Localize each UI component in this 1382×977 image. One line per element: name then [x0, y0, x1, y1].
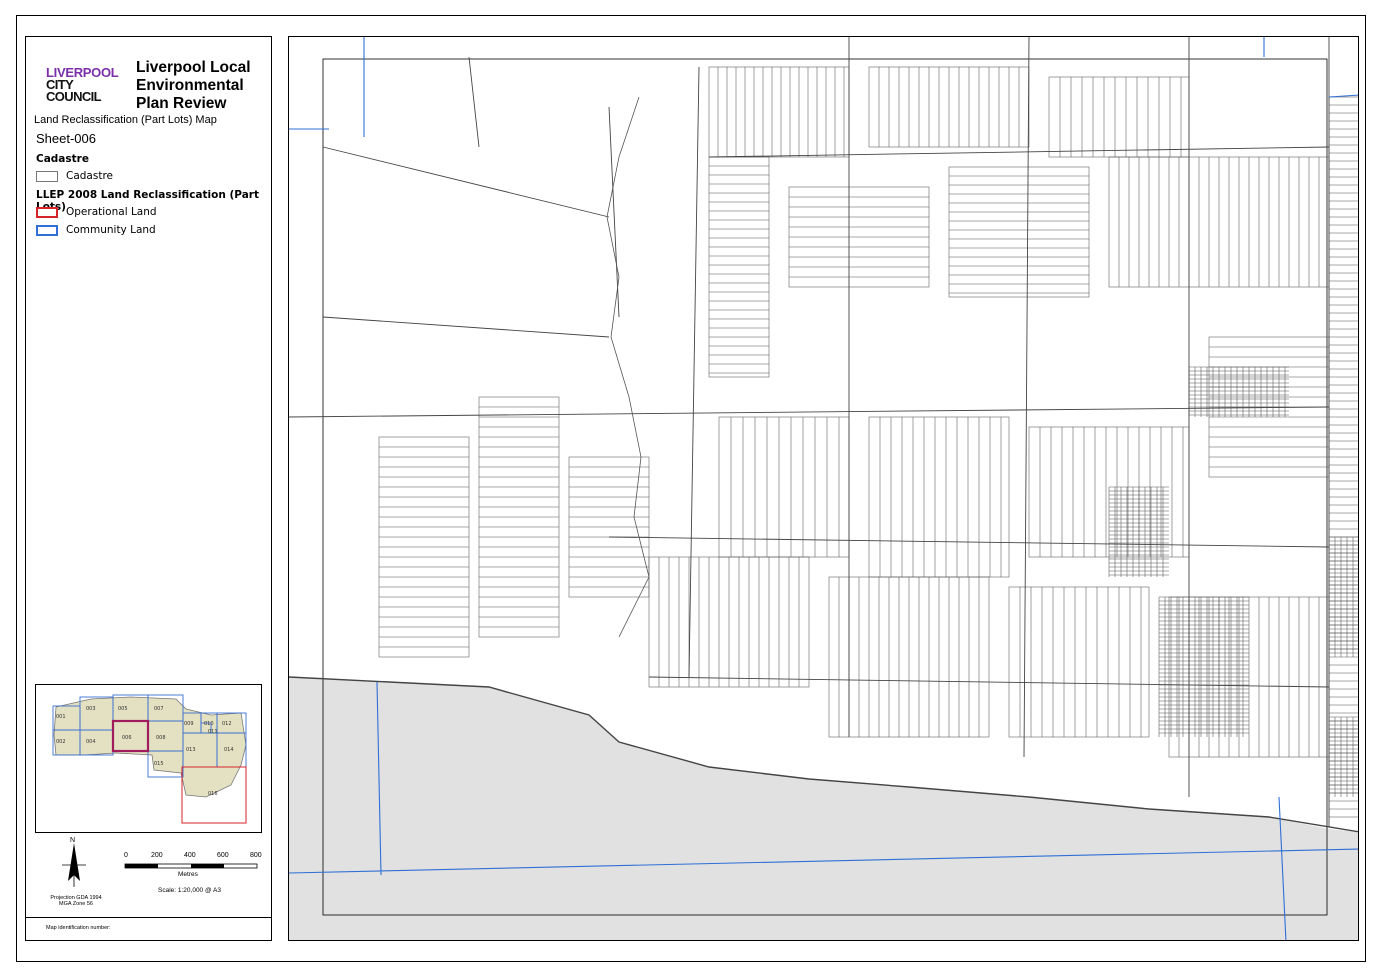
key-map-sheet-label: 012 — [222, 721, 232, 727]
operational-swatch — [36, 206, 58, 218]
key-map-sheet-label: 015 — [154, 761, 164, 767]
scale-units: Metres — [178, 871, 198, 878]
north-label: N — [70, 837, 76, 844]
council-logo: LIVERPOOL CITY COUNCIL — [46, 65, 119, 104]
plan-title: Liverpool Local Environmental Plan Revie… — [136, 59, 251, 112]
key-map-sheet-label: 008 — [156, 735, 166, 741]
key-map-sheet-label: 011 — [208, 729, 218, 735]
key-map: 001 002 003 004 005 006 007 008 009 010 011 012 013 0… — [35, 684, 262, 833]
legend-heading-cadastre: Cadastre — [36, 153, 89, 165]
map-identification-label: Map identification number: — [26, 917, 271, 931]
map-subtitle: Land Reclassification (Part Lots) Map — [34, 114, 217, 126]
key-map-sheet-label: 005 — [118, 706, 128, 712]
scale-tick-label: 600 — [217, 852, 229, 859]
key-map-sheet-label: 010 — [204, 721, 214, 727]
scale-tick-label: 400 — [184, 852, 196, 859]
scale-text: Scale: 1:20,000 @ A3 — [158, 887, 221, 894]
scale-tick-label: 200 — [151, 852, 163, 859]
projection-note: Projection GDA 1994 MGA Zone 56 — [50, 895, 102, 907]
key-map-sheet-label: 001 — [56, 714, 66, 720]
key-map-sheet-label: 004 — [86, 739, 96, 745]
legend-item-community: Community Land — [36, 224, 156, 236]
key-map-sheet-label: 009 — [184, 721, 194, 727]
key-map-svg: 001 002 003 004 005 006 007 008 009 010 011 012 013 0… — [52, 694, 247, 824]
legend-panel: LIVERPOOL CITY COUNCIL Liverpool Local E… — [25, 36, 272, 941]
legend-item-operational: Operational Land — [36, 206, 157, 218]
key-map-sheet-label: 002 — [56, 739, 66, 745]
community-swatch — [36, 224, 58, 236]
scale-tick-label: 0 — [124, 852, 128, 859]
key-map-sheet-label: 007 — [154, 706, 164, 712]
cadastre-map — [289, 37, 1358, 940]
legend-item-cadastre: Cadastre — [36, 170, 113, 182]
key-map-sheet-label: 003 — [86, 706, 96, 712]
map-frame — [288, 36, 1359, 941]
key-map-sheet-label: 016 — [208, 791, 218, 797]
key-map-sheet-label: 013 — [186, 747, 196, 753]
key-map-sheet-label: 006 — [122, 735, 132, 741]
key-map-sheet-label: 014 — [224, 747, 234, 753]
north-arrow-icon — [62, 843, 86, 887]
scale-tick-label: 800 — [250, 852, 262, 859]
cadastre-swatch — [36, 170, 58, 182]
sheet-number: Sheet-006 — [36, 131, 96, 146]
